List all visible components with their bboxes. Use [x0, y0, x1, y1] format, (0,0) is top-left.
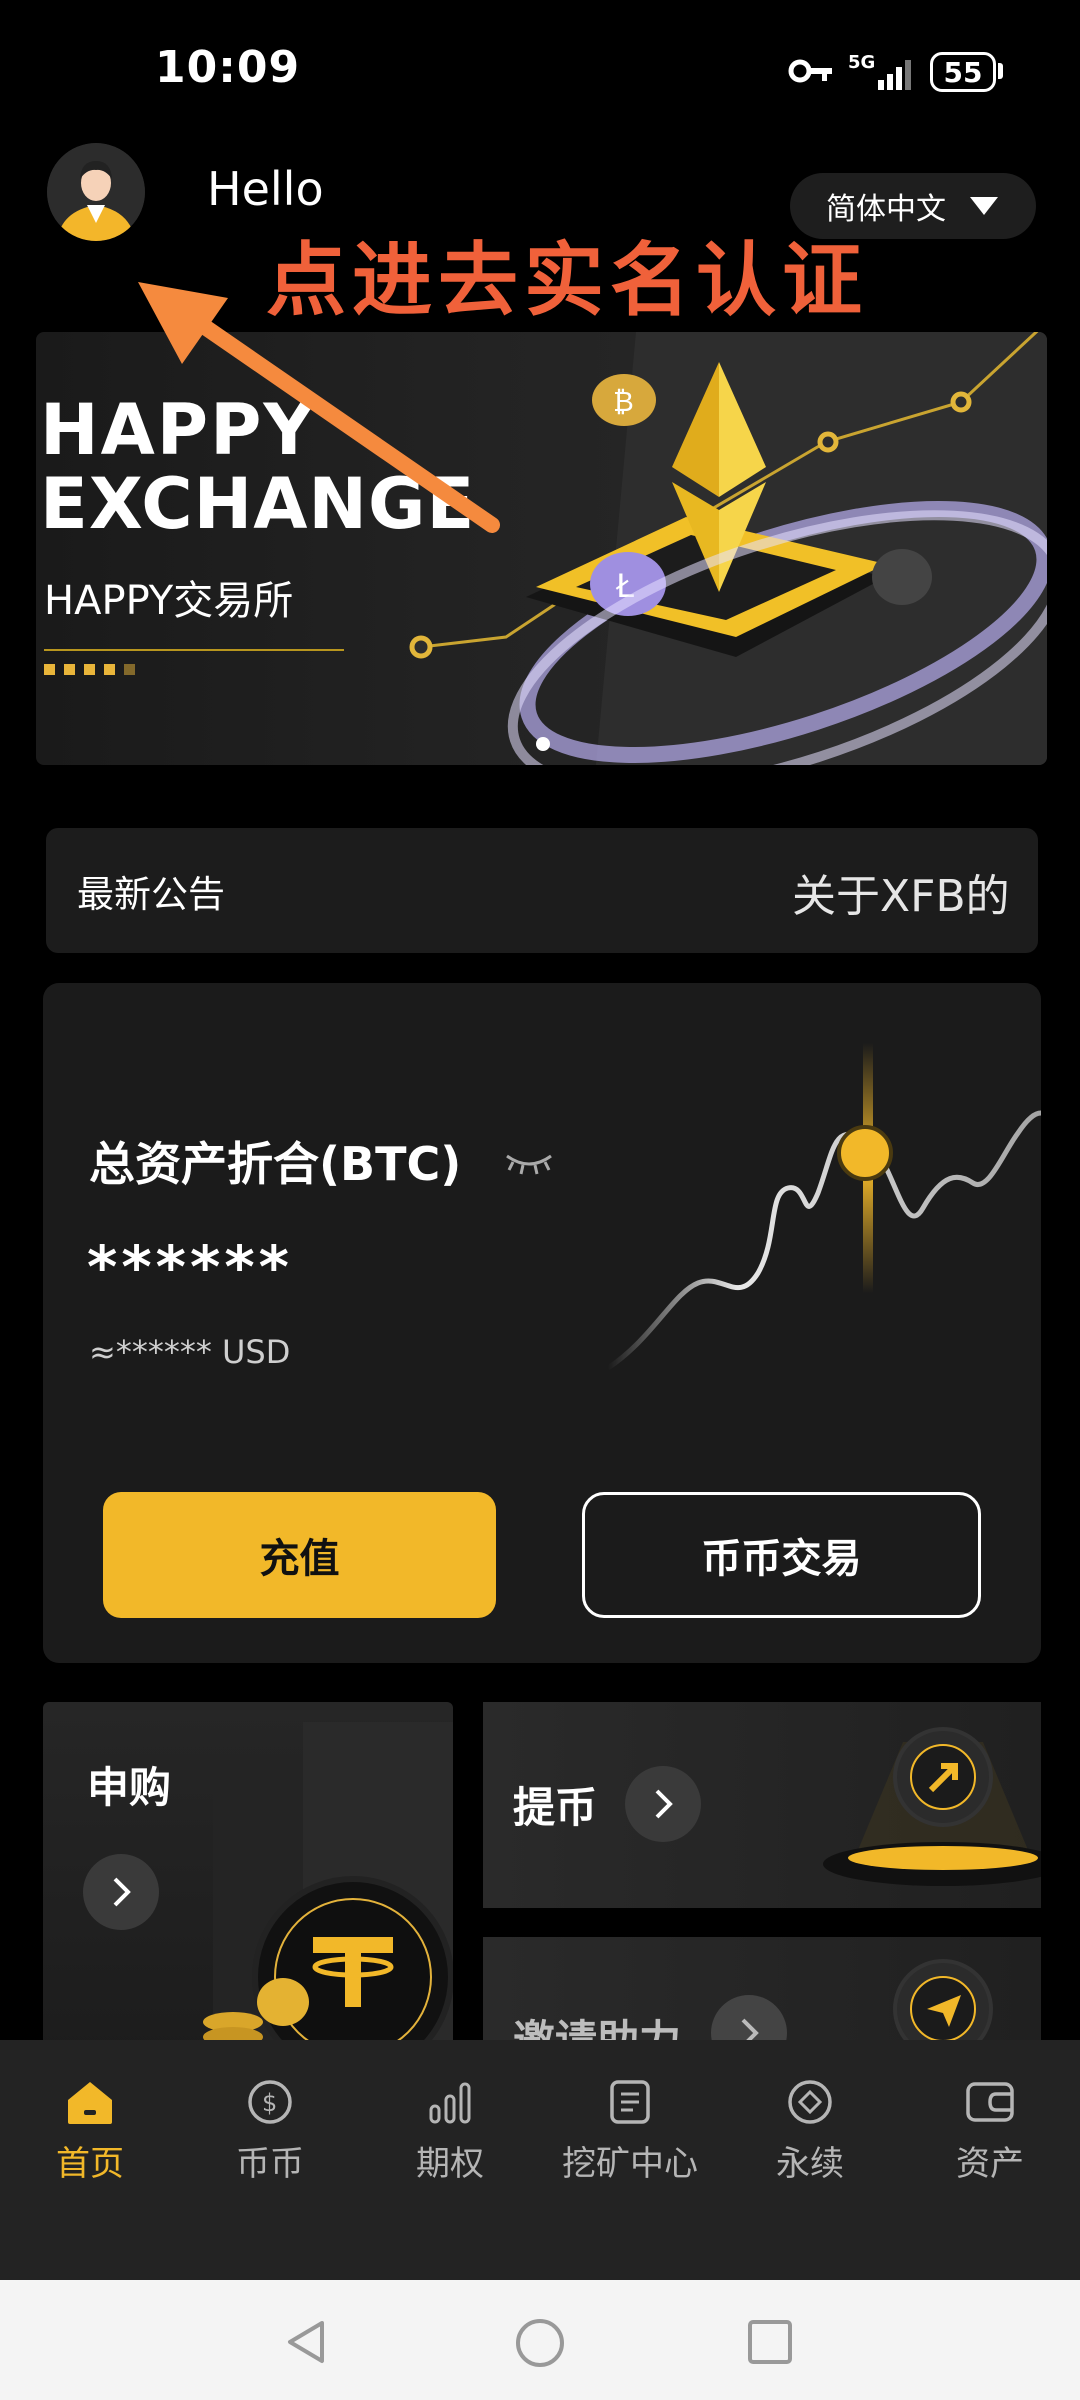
announcement-bar[interactable]: 最新公告 关于XFB的: [46, 828, 1038, 953]
document-icon: [610, 2080, 650, 2124]
vpn-key-icon: [788, 59, 832, 83]
battery-level: 55: [943, 55, 983, 89]
recents-icon[interactable]: [746, 2318, 794, 2366]
nav-item-spot[interactable]: $ 币币: [180, 2078, 360, 2185]
home-icon: [68, 2082, 112, 2124]
carousel-indicator[interactable]: [536, 737, 550, 751]
home-circle-icon[interactable]: [514, 2317, 566, 2369]
status-time: 10:09: [155, 42, 301, 93]
asset-card: 总资产折合(BTC) ****** ≈****** USD 充值 币币交易: [43, 983, 1041, 1663]
nav-item-assets[interactable]: 资产: [900, 2078, 1080, 2185]
signal-icon: [878, 60, 911, 90]
banner-decor-dots: [44, 664, 135, 675]
nav-item-perpetual[interactable]: 永续: [720, 2078, 900, 2185]
chevron-right-icon[interactable]: [83, 1854, 159, 1930]
svg-text:₿: ₿: [613, 385, 634, 418]
withdraw-illustration: [823, 1727, 1041, 1886]
nav-item-options[interactable]: 期权: [360, 2078, 540, 2185]
deposit-button[interactable]: 充值: [103, 1492, 496, 1618]
nav-label-assets: 资产: [956, 2144, 1024, 2184]
banner-divider: [44, 649, 344, 651]
greeting-text: Hello: [207, 162, 324, 216]
chevron-right-icon[interactable]: [625, 1766, 701, 1842]
back-icon[interactable]: [282, 2317, 332, 2367]
battery-tip: [998, 63, 1003, 79]
annotation-arrow-icon: [138, 282, 500, 533]
system-navigation-bar: [0, 2280, 1080, 2400]
total-assets-usd: ≈****** USD: [89, 1333, 291, 1371]
dollar-coin-icon: $: [248, 2080, 292, 2124]
trend-line-chart: [606, 1043, 1041, 1371]
subscribe-tile[interactable]: 申购: [43, 1702, 453, 2062]
total-assets-value: ******: [87, 1233, 293, 1301]
subscribe-label: 申购: [87, 1763, 172, 1812]
nav-label-perpetual: 永续: [776, 2144, 844, 2184]
user-avatar-icon: [47, 143, 145, 241]
nav-item-mining[interactable]: 挖矿中心: [540, 2078, 720, 2185]
announcement-label: 最新公告: [77, 873, 225, 916]
bar-chart-icon: [429, 2082, 471, 2124]
bottom-navigation: 首页 $ 币币 期权 挖矿中心 永续 资产: [0, 2040, 1080, 2280]
nav-label-mining: 挖矿中心: [562, 2144, 698, 2184]
total-assets-title: 总资产折合(BTC): [89, 1137, 462, 1191]
withdraw-tile[interactable]: 提币: [483, 1702, 1041, 1908]
wallet-icon: [966, 2082, 1014, 2122]
avatar[interactable]: [47, 143, 145, 241]
announcement-text[interactable]: 关于XFB的: [792, 860, 1008, 924]
battery-icon: 55: [930, 52, 996, 92]
nav-item-home[interactable]: 首页: [0, 2078, 180, 2185]
diamond-icon: [788, 2080, 832, 2124]
svg-text:$: $: [262, 2089, 277, 2117]
banner-subtitle: HAPPY交易所: [44, 578, 294, 624]
caret-down-icon: [970, 197, 998, 215]
network-type: 5G: [848, 52, 876, 73]
eye-closed-icon[interactable]: [503, 1150, 555, 1178]
nav-label-home: 首页: [56, 2144, 124, 2184]
withdraw-label: 提币: [513, 1783, 598, 1832]
spot-trade-button[interactable]: 币币交易: [582, 1492, 981, 1618]
nav-label-options: 期权: [416, 2144, 484, 2184]
nav-label-spot: 币币: [236, 2144, 304, 2184]
